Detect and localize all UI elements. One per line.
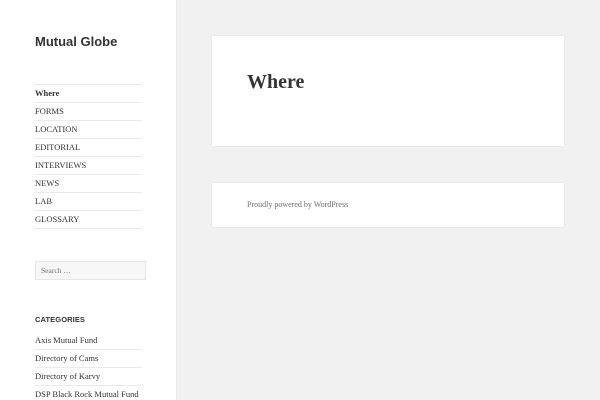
search-input[interactable]	[35, 261, 146, 280]
site-footer: Proudly powered by WordPress	[212, 183, 564, 227]
nav-item-news[interactable]: NEWS	[35, 175, 141, 193]
category-link[interactable]: Directory of Karvy	[35, 368, 141, 386]
category-link[interactable]: Axis Mutual Fund	[35, 332, 141, 350]
nav-item-glossary[interactable]: GLOSSARY	[35, 211, 141, 229]
content-card: Where	[212, 36, 564, 146]
categories-list: Axis Mutual Fund Directory of Cams Direc…	[35, 332, 141, 400]
nav-item-interviews[interactable]: INTERVIEWS	[35, 157, 141, 175]
main-navigation: Where FORMS LOCATION EDITORIAL INTERVIEW…	[35, 84, 141, 229]
nav-item-location[interactable]: LOCATION	[35, 121, 141, 139]
nav-item-where[interactable]: Where	[35, 85, 141, 103]
site-title-link[interactable]: Mutual Globe	[35, 33, 117, 51]
category-link[interactable]: Directory of Cams	[35, 350, 141, 368]
nav-item-editorial[interactable]: EDITORIAL	[35, 139, 141, 157]
nav-item-forms[interactable]: FORMS	[35, 103, 141, 121]
wordpress-credit-link[interactable]: Proudly powered by WordPress	[247, 200, 348, 210]
category-link[interactable]: DSP Black Rock Mutual Fund	[35, 386, 141, 400]
categories-title: CATEGORIES	[35, 315, 86, 324]
sidebar: Mutual Globe Where FORMS LOCATION EDITOR…	[0, 0, 176, 400]
page-title: Where	[247, 71, 305, 93]
page: Mutual Globe Where FORMS LOCATION EDITOR…	[0, 0, 600, 400]
nav-item-lab[interactable]: LAB	[35, 193, 141, 211]
